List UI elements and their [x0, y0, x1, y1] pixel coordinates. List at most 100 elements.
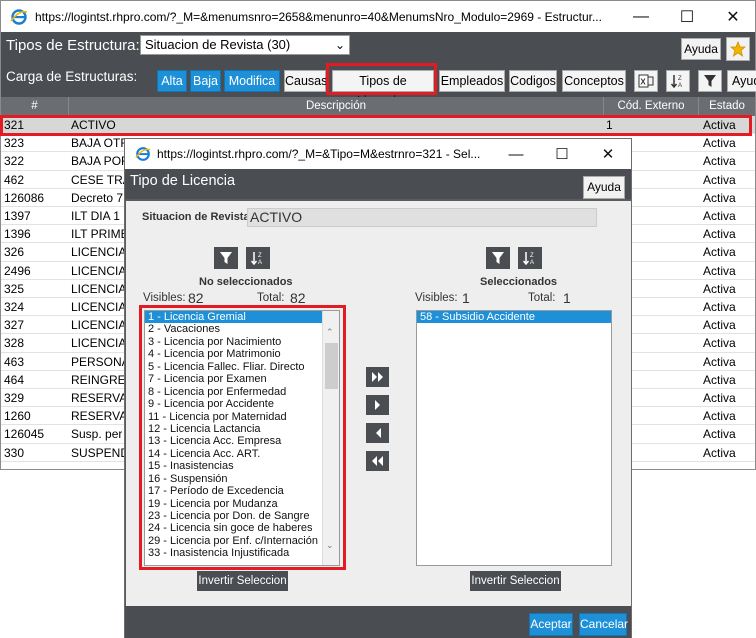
move-right-icon[interactable]	[366, 395, 389, 415]
cell-id: 1397	[4, 209, 31, 223]
conceptos-button[interactable]: Conceptos	[562, 70, 626, 92]
left-visibles-value: 82	[188, 290, 204, 306]
highlight-tipos-licencias	[326, 63, 437, 95]
no-seleccionados-title: No seleccionados	[199, 276, 293, 288]
cell-estado: Activa	[703, 190, 736, 205]
cell-desc: CESE TRA	[71, 172, 131, 187]
right-invertir-seleccion-button[interactable]: Invertir Seleccion	[470, 571, 561, 591]
cell-desc: Decreto 7	[71, 190, 124, 205]
cell-estado: Activa	[703, 391, 736, 405]
col-header-cod-externo[interactable]: Cód. Externo	[604, 97, 699, 116]
left-invertir-seleccion-button[interactable]: Invertir Seleccion	[197, 571, 288, 591]
ayuda-button-secondary[interactable]: Ayud	[727, 70, 756, 92]
codigos-button[interactable]: Codigos	[509, 70, 557, 92]
cell-estado: Activa	[703, 172, 736, 187]
dialog-header: Tipo de Licencia	[125, 169, 631, 199]
move-all-right-icon[interactable]	[366, 367, 389, 387]
sort-za-icon[interactable]: ZA	[246, 247, 270, 269]
highlight-selected-row	[0, 115, 752, 136]
cell-id: 464	[4, 372, 25, 387]
ayuda-button[interactable]: Ayuda	[681, 38, 721, 60]
cell-estado: Activa	[703, 372, 736, 387]
cell-id: 329	[4, 391, 25, 405]
cell-desc: RESERVA	[71, 409, 128, 424]
cell-desc: RESERVA	[71, 391, 128, 405]
cell-desc: SUSPEND	[71, 445, 130, 460]
tipos-estructura-label: Tipos de Estructura:	[6, 37, 140, 54]
left-total-label: Total:	[257, 292, 285, 304]
cell-id: 324	[4, 300, 25, 314]
svg-text:Z: Z	[530, 253, 534, 259]
sit-revista-value: ACTIVO	[247, 208, 597, 227]
grid-header: # Descripción Cód. Externo Estado	[1, 97, 755, 116]
cell-desc: LICENCIA	[71, 263, 127, 278]
causas-button[interactable]: Causas	[284, 70, 327, 92]
cell-id: 325	[4, 281, 25, 296]
ie-icon	[135, 146, 151, 162]
cell-estado: Activa	[703, 227, 736, 242]
ie-icon	[10, 8, 28, 26]
right-visibles-label: Visibles:	[415, 292, 458, 304]
modifica-button[interactable]: Modifica	[224, 70, 280, 92]
minimize-icon[interactable]: —	[493, 139, 539, 169]
cell-estado: Activa	[703, 318, 736, 333]
dialog-ayuda-button[interactable]: Ayuda	[583, 176, 625, 199]
sit-revista-label: Situacion de Revista:	[142, 211, 254, 223]
cell-id: 322	[4, 154, 25, 169]
baja-button[interactable]: Baja	[190, 70, 221, 92]
cell-desc: Susp. per	[71, 427, 123, 442]
close-icon[interactable]: ✕	[585, 139, 631, 169]
list-item[interactable]: 58 - Subsidio Accidente	[417, 311, 611, 324]
seleccionados-list[interactable]: 58 - Subsidio Accidente	[416, 310, 612, 566]
excel-icon[interactable]: X	[634, 70, 658, 92]
cancelar-button[interactable]: Cancelar	[579, 613, 628, 636]
cell-id: 328	[4, 336, 25, 351]
tipos-estructura-selected: Situacion de Revista (30)	[145, 37, 291, 52]
cell-id: 126045	[4, 427, 45, 442]
cell-id: 330	[4, 445, 25, 460]
aceptar-button[interactable]: Aceptar	[529, 613, 573, 636]
cell-estado: Activa	[703, 154, 736, 169]
col-header-descripcion[interactable]: Descripción	[69, 97, 604, 116]
close-icon[interactable]: ✕	[710, 1, 756, 32]
svg-text:A: A	[678, 83, 682, 89]
filter-icon[interactable]	[698, 70, 722, 92]
cell-id: 323	[4, 136, 25, 151]
carga-estructuras-label: Carga de Estructuras:	[6, 69, 138, 84]
star-icon[interactable]	[726, 37, 750, 61]
move-left-icon[interactable]	[366, 423, 389, 443]
cell-estado: Activa	[703, 445, 736, 460]
cell-desc: LICENCIA	[71, 245, 127, 260]
filter-icon[interactable]	[214, 247, 238, 269]
filter-icon[interactable]	[486, 247, 510, 269]
cell-estado: Activa	[703, 209, 736, 223]
minimize-icon[interactable]: —	[618, 1, 664, 32]
cell-desc: BAJA POR	[71, 154, 130, 169]
svg-text:X: X	[640, 78, 646, 87]
empleados-button[interactable]: Empleados	[439, 70, 505, 92]
highlight-no-seleccionados-list	[139, 305, 346, 570]
tipos-estructura-select[interactable]: Situacion de Revista (30) ⌄	[140, 35, 350, 55]
seleccionados-items: 58 - Subsidio Accidente	[417, 311, 611, 324]
maximize-icon[interactable]: ☐	[539, 139, 585, 169]
move-all-left-icon[interactable]	[366, 451, 389, 471]
sort-za-icon[interactable]: ZA	[518, 247, 542, 269]
cell-id: 1260	[4, 409, 31, 424]
maximize-icon[interactable]: ☐	[664, 1, 710, 32]
cell-desc: LICENCIA	[71, 300, 127, 314]
cell-estado: Activa	[703, 136, 736, 151]
svg-text:Z: Z	[678, 76, 682, 82]
cell-desc: BAJA OTR	[71, 136, 130, 151]
cell-estado: Activa	[703, 300, 736, 314]
col-header-id[interactable]: #	[1, 97, 69, 116]
sort-za-icon[interactable]: ZA	[666, 70, 690, 92]
cell-id: 326	[4, 245, 25, 260]
cell-desc: ILT DIA 1	[71, 209, 120, 223]
cell-id: 463	[4, 354, 25, 369]
left-visibles-label: Visibles:	[143, 292, 186, 304]
cell-id: 327	[4, 318, 25, 333]
alta-button[interactable]: Alta	[157, 70, 187, 92]
cell-desc: PERSONA	[71, 354, 130, 369]
col-header-estado[interactable]: Estado	[699, 97, 755, 116]
cell-id: 1396	[4, 227, 31, 242]
